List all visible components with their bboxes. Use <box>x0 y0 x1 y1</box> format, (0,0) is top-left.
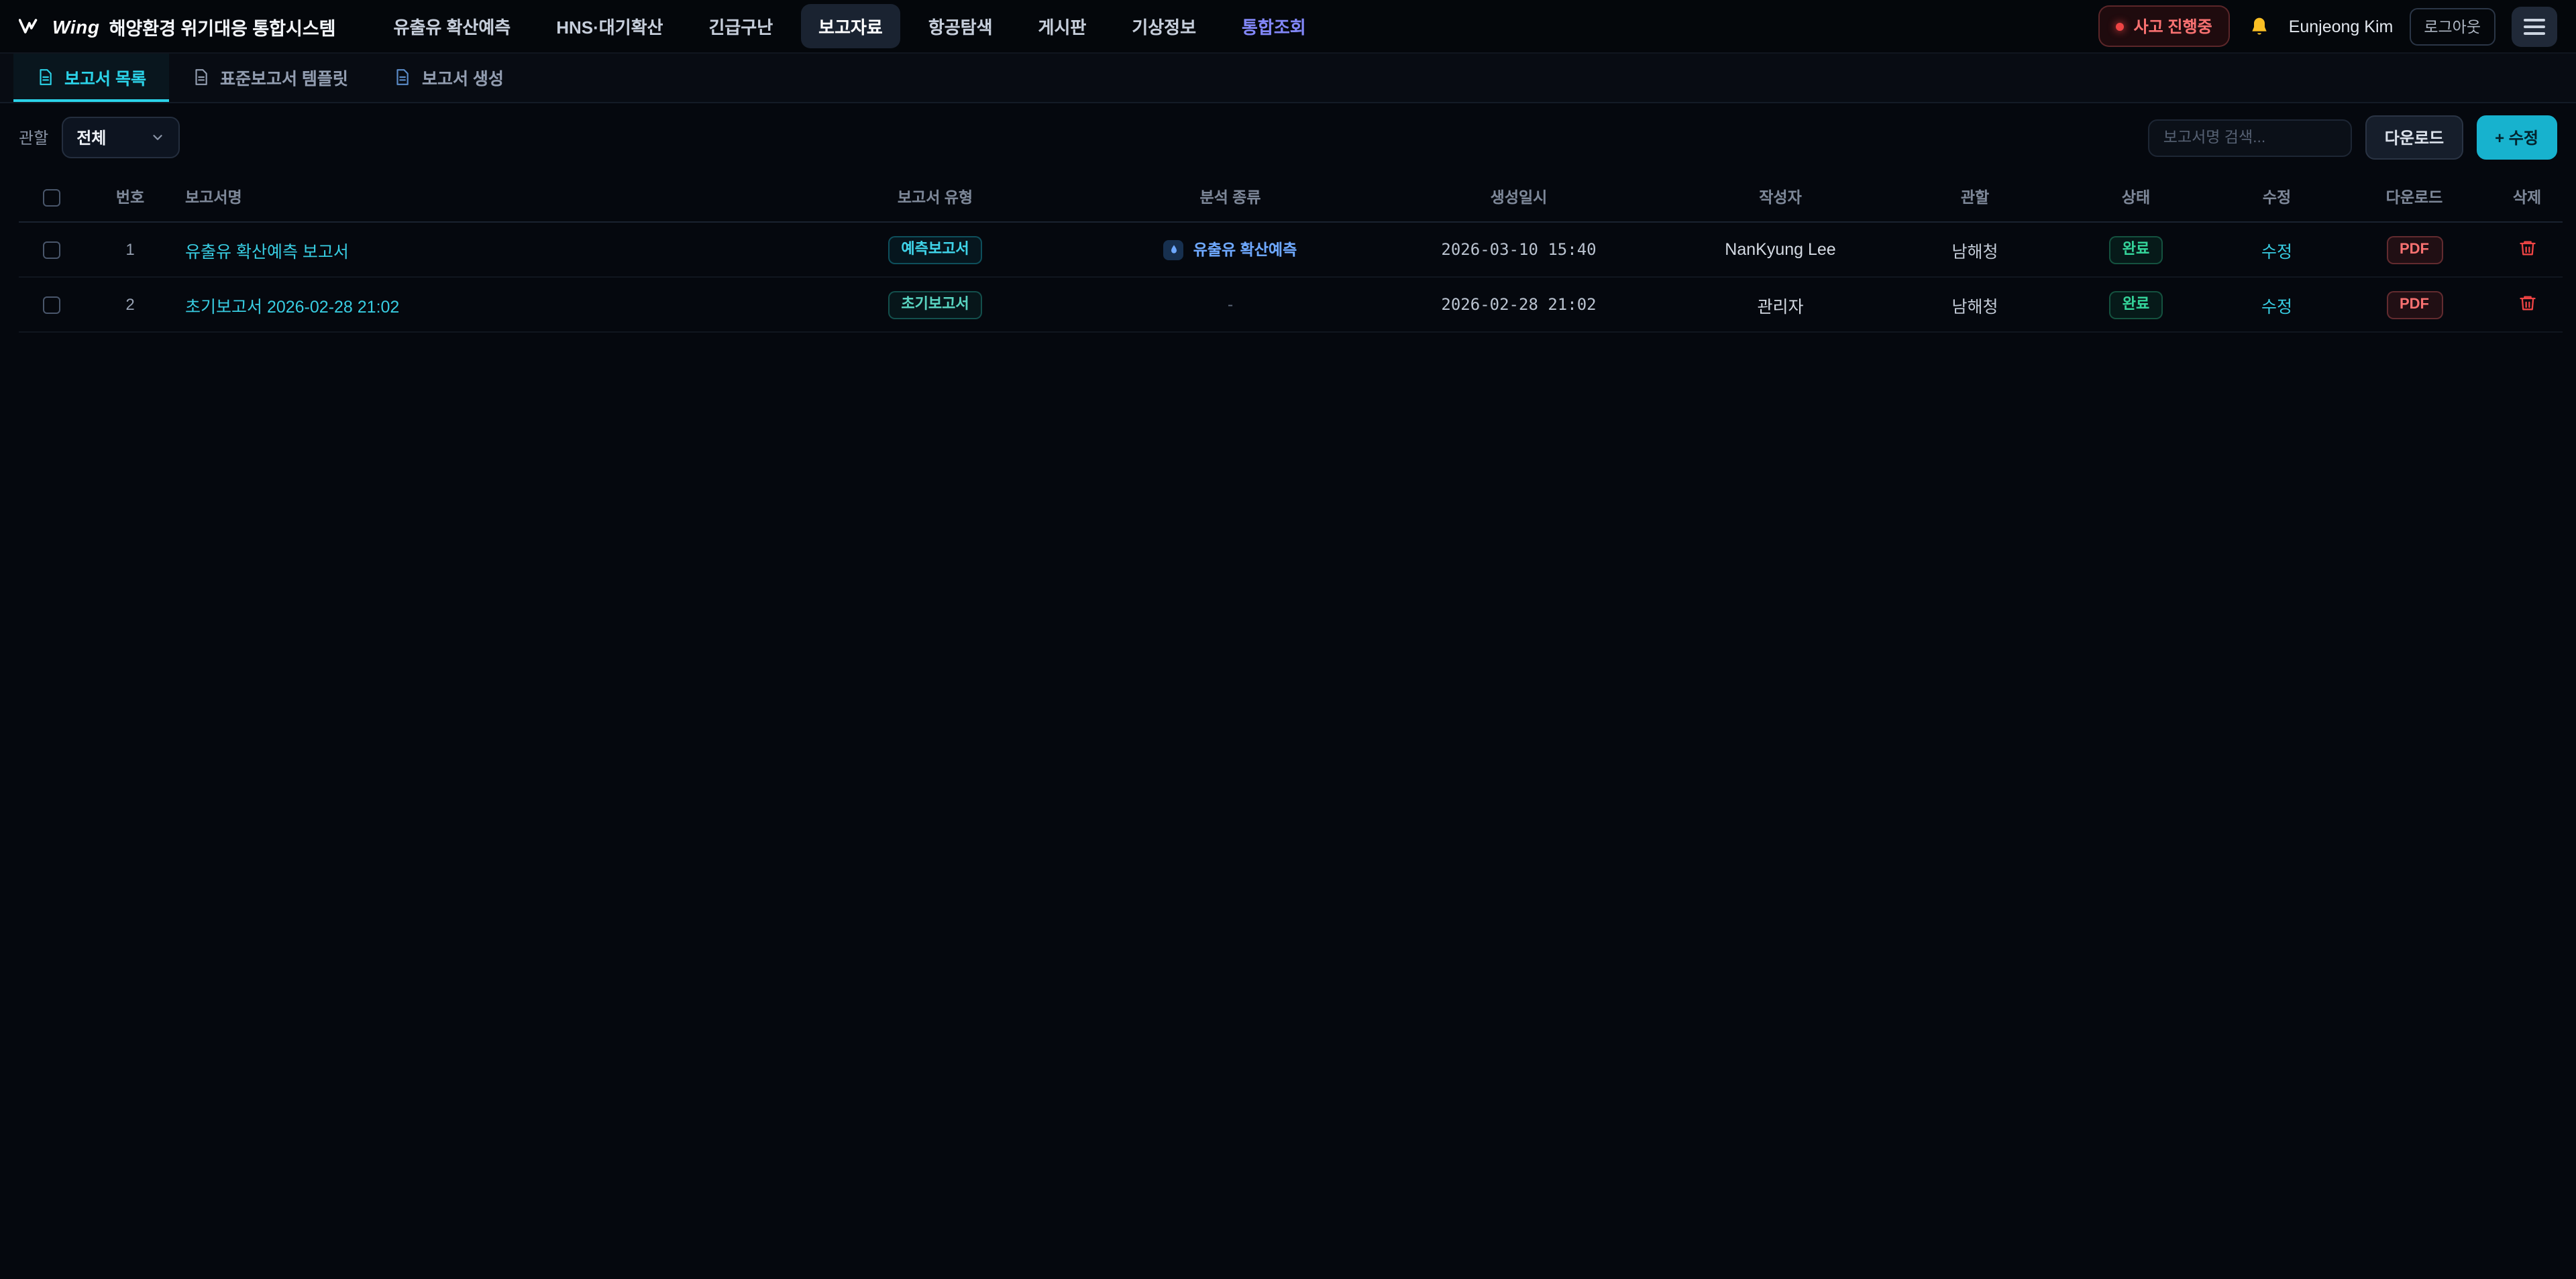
download-button[interactable]: 다운로드 <box>2366 115 2463 160</box>
table-header-row: 번호보고서명보고서 유형분석 종류생성일시작성자관할상태수정다운로드삭제 <box>19 173 2563 222</box>
report-name-link[interactable]: 초기보고서 2026-02-28 21:02 <box>185 297 399 316</box>
select-all-checkbox[interactable] <box>42 188 60 206</box>
nav-item[interactable]: 보고자료 <box>801 4 900 48</box>
incident-status-badge: 사고 진행중 <box>2099 5 2230 47</box>
select-all-header <box>19 173 83 222</box>
column-header: 상태 <box>2055 173 2216 222</box>
created-at: 2026-03-10 15:40 <box>1371 222 1666 277</box>
incident-dot-icon <box>2116 22 2125 30</box>
chevron-down-icon <box>150 130 165 145</box>
analysis-type: 유출유 확산예측 <box>1089 222 1371 277</box>
tab[interactable]: 보고서 목록 <box>13 54 169 102</box>
nav-item[interactable]: 게시판 <box>1021 4 1104 48</box>
nav-item[interactable]: 긴급구난 <box>691 4 790 48</box>
created-at: 2026-02-28 21:02 <box>1371 277 1666 332</box>
logout-button[interactable]: 로그아웃 <box>2409 7 2496 45</box>
report-type-badge: 예측보고서 <box>888 235 982 264</box>
edit-link[interactable]: 수정 <box>2261 297 2292 316</box>
nav-item[interactable]: 기상정보 <box>1114 4 1214 48</box>
delete-button[interactable] <box>2518 238 2536 257</box>
template-icon <box>192 68 209 85</box>
table-row: 1 유출유 확산예측 보고서 예측보고서 유출유 확산예측 2026-03-10… <box>19 222 2563 277</box>
region: 남해청 <box>1894 222 2055 277</box>
nav-right: 사고 진행중 Eunjeong Kim 로그아웃 <box>2099 5 2557 47</box>
status-badge: 완료 <box>2109 235 2163 264</box>
report-search-input[interactable] <box>2149 119 2353 156</box>
app-root: Wing 해양환경 위기대응 통합시스템 유출유 확산예측HNS·대기확산긴급구… <box>0 0 2576 1279</box>
column-header: 다운로드 <box>2337 173 2491 222</box>
report-type-badge: 초기보고서 <box>888 290 982 319</box>
wing-logo-icon <box>19 17 43 35</box>
column-header: 번호 <box>83 173 177 222</box>
column-header: 관할 <box>1894 173 2055 222</box>
column-header: 작성자 <box>1666 173 1894 222</box>
row-number: 1 <box>83 222 177 277</box>
report-name-link[interactable]: 유출유 확산예측 보고서 <box>185 242 349 261</box>
tab-label: 표준보고서 템플릿 <box>220 64 348 89</box>
tabbar: 보고서 목록 표준보고서 템플릿 보고서 생성 <box>0 54 2576 103</box>
tab[interactable]: 표준보고서 템플릿 <box>169 54 371 102</box>
analysis-type: - <box>1089 277 1371 332</box>
edit-link[interactable]: 수정 <box>2261 242 2292 261</box>
delete-button[interactable] <box>2518 293 2536 312</box>
droplet-icon <box>1164 239 1184 260</box>
jurisdiction-label: 관할 <box>19 126 48 149</box>
pdf-download-button[interactable]: PDF <box>2386 290 2443 319</box>
tab-label: 보고서 목록 <box>64 64 146 89</box>
region: 남해청 <box>1894 277 2055 332</box>
brand[interactable]: Wing 해양환경 위기대응 통합시스템 <box>19 13 336 40</box>
column-header: 보고서 유형 <box>781 173 1089 222</box>
main-nav: 유출유 확산예측HNS·대기확산긴급구난보고자료항공탐색게시판기상정보통합조회 <box>376 4 2099 48</box>
analysis-chip: 유출유 확산예측 <box>1164 239 1297 260</box>
table-row: 2 초기보고서 2026-02-28 21:02 초기보고서 - 2026-02… <box>19 277 2563 332</box>
tab[interactable]: 보고서 생성 <box>371 54 527 102</box>
incident-label: 사고 진행중 <box>2134 15 2212 38</box>
logo-text: Wing <box>52 15 100 37</box>
nav-item[interactable]: 유출유 확산예측 <box>376 4 529 48</box>
notification-bell-icon[interactable] <box>2246 13 2273 40</box>
create-button[interactable]: + 수정 <box>2476 115 2557 160</box>
tab-label: 보고서 생성 <box>422 64 504 89</box>
jurisdiction-select[interactable]: 전체 <box>62 117 180 158</box>
jurisdiction-value: 전체 <box>76 126 106 149</box>
create-report-icon <box>394 68 411 85</box>
row-checkbox[interactable] <box>42 241 60 259</box>
report-list-icon <box>36 68 54 85</box>
column-header: 수정 <box>2216 173 2337 222</box>
row-checkbox[interactable] <box>42 296 60 314</box>
column-header: 삭제 <box>2491 173 2563 222</box>
column-header: 생성일시 <box>1371 173 1666 222</box>
author-name: 관리자 <box>1666 277 1894 332</box>
hamburger-menu-icon[interactable] <box>2512 6 2557 46</box>
toolbar-filters: 관할 전체 <box>19 117 180 158</box>
nav-item[interactable]: 항공탐색 <box>911 4 1010 48</box>
nav-item[interactable]: 통합조회 <box>1224 4 1324 48</box>
report-table: 번호보고서명보고서 유형분석 종류생성일시작성자관할상태수정다운로드삭제 1 유… <box>0 160 2576 333</box>
report-table-body: 1 유출유 확산예측 보고서 예측보고서 유출유 확산예측 2026-03-10… <box>19 222 2563 332</box>
author-name: NanKyung Lee <box>1666 222 1894 277</box>
app-title: 해양환경 위기대응 통합시스템 <box>109 13 336 40</box>
column-header: 분석 종류 <box>1089 173 1371 222</box>
analysis-label: 유출유 확산예측 <box>1193 239 1297 260</box>
user-name: Eunjeong Kim <box>2289 17 2394 36</box>
status-badge: 완료 <box>2109 290 2163 319</box>
column-header: 보고서명 <box>177 173 781 222</box>
nav-item[interactable]: HNS·대기확산 <box>539 4 680 48</box>
toolbar: 관할 전체 다운로드 + 수정 <box>0 103 2576 160</box>
row-number: 2 <box>83 277 177 332</box>
top-navbar: Wing 해양환경 위기대응 통합시스템 유출유 확산예측HNS·대기확산긴급구… <box>0 0 2576 54</box>
pdf-download-button[interactable]: PDF <box>2386 235 2443 264</box>
toolbar-actions: 다운로드 + 수정 <box>2149 115 2557 160</box>
